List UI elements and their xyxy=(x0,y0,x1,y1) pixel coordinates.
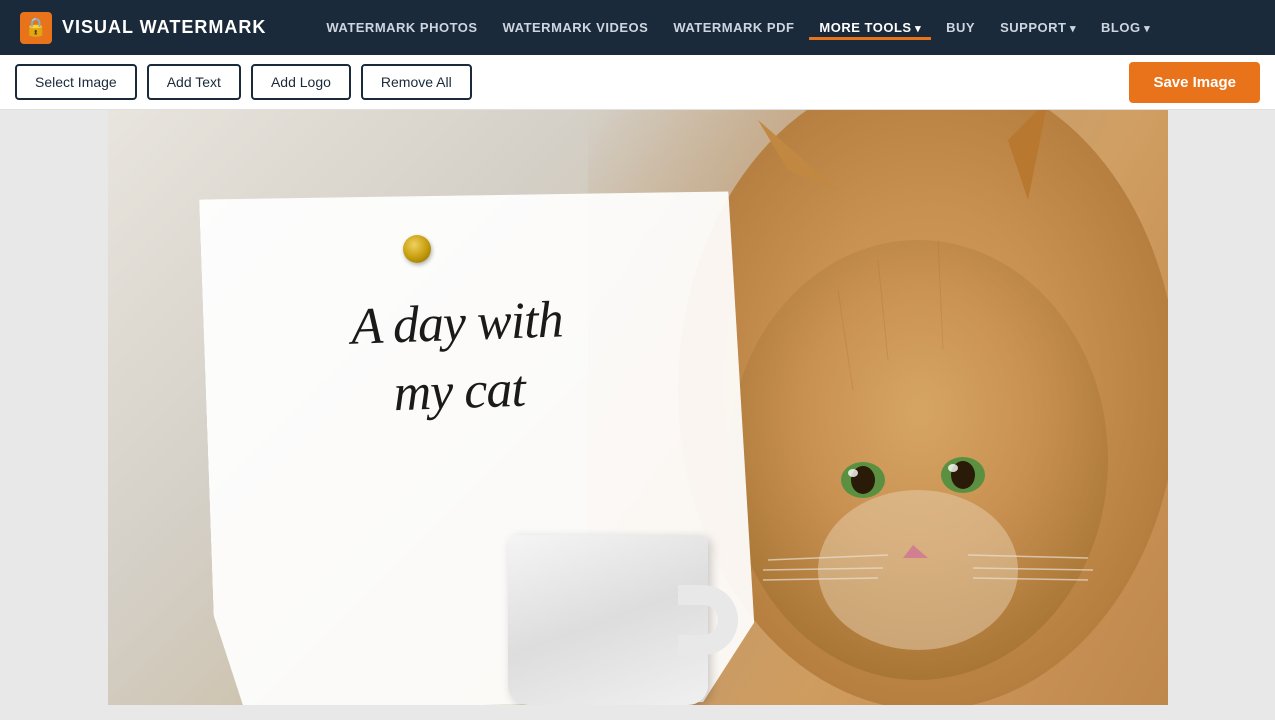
nav-links: WATERMARK PHOTOS WATERMARK VIDEOS WATERM… xyxy=(316,15,1255,40)
push-pin xyxy=(403,235,431,263)
toolbar: Select Image Add Text Add Logo Remove Al… xyxy=(0,55,1275,110)
nav-watermark-photos[interactable]: WATERMARK PHOTOS xyxy=(316,15,487,40)
image-canvas[interactable]: A day with my cat xyxy=(108,110,1168,705)
nav-blog[interactable]: BLOG xyxy=(1091,15,1160,40)
mug-handle xyxy=(678,585,738,655)
nav-watermark-videos[interactable]: WATERMARK VIDEOS xyxy=(493,15,659,40)
navbar: 🔒 VISUAL WATERMARK WATERMARK PHOTOS WATE… xyxy=(0,0,1275,55)
canvas-area: A day with my cat xyxy=(0,110,1275,720)
nav-watermark-pdf[interactable]: WATERMARK PDF xyxy=(663,15,804,40)
nav-buy[interactable]: BUY xyxy=(936,15,985,40)
brand-name: VISUAL WATERMARK xyxy=(62,17,266,38)
add-logo-button[interactable]: Add Logo xyxy=(251,64,351,100)
mug xyxy=(488,505,748,705)
logo[interactable]: 🔒 VISUAL WATERMARK xyxy=(20,12,266,44)
nav-more-tools[interactable]: MORE TOOLS xyxy=(809,15,931,40)
select-image-button[interactable]: Select Image xyxy=(15,64,137,100)
add-text-button[interactable]: Add Text xyxy=(147,64,241,100)
save-image-button[interactable]: Save Image xyxy=(1129,62,1260,103)
note-text: A day with my cat xyxy=(245,283,669,433)
logo-icon: 🔒 xyxy=(20,12,52,44)
nav-support[interactable]: SUPPORT xyxy=(990,15,1086,40)
remove-all-button[interactable]: Remove All xyxy=(361,64,472,100)
